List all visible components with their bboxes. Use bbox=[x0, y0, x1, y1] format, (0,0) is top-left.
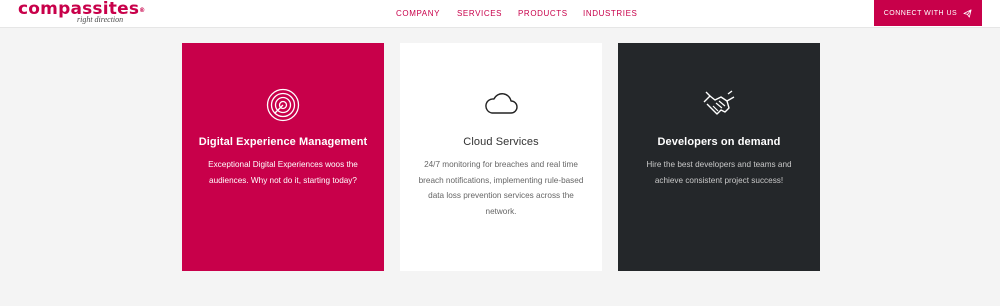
cloud-icon bbox=[400, 88, 602, 122]
target-icon bbox=[182, 88, 384, 122]
card-text: Exceptional Digital Experiences woos the… bbox=[208, 160, 358, 185]
logo[interactable]: compassites® right direction bbox=[18, 0, 146, 24]
cta-label: CONNECT WITH US bbox=[883, 9, 958, 17]
card-title: Digital Experience Management bbox=[198, 136, 368, 148]
logo-tagline: right direction bbox=[77, 15, 124, 24]
nav-products[interactable]: PRODUCTS bbox=[518, 9, 568, 18]
card-cloud-services[interactable]: Cloud Services 24/7 monitoring for breac… bbox=[400, 43, 602, 271]
nav-company[interactable]: COMPANY bbox=[396, 9, 440, 18]
card-developers-on-demand[interactable]: Developers on demand Hire the best devel… bbox=[618, 43, 820, 271]
card-text: 24/7 monitoring for breaches and real ti… bbox=[418, 160, 584, 216]
site-header: compassites® right direction COMPANY SER… bbox=[0, 0, 1000, 28]
card-text: Hire the best developers and teams and a… bbox=[646, 160, 792, 185]
card-digital-experience[interactable]: Digital Experience Management Exceptiona… bbox=[182, 43, 384, 271]
card-title: Developers on demand bbox=[657, 136, 781, 148]
handshake-icon bbox=[618, 88, 820, 122]
registered-mark: ® bbox=[139, 7, 146, 14]
nav-services[interactable]: SERVICES bbox=[457, 9, 502, 18]
paper-plane-icon bbox=[963, 8, 972, 18]
nav-industries[interactable]: INDUSTRIES bbox=[583, 9, 637, 18]
card-title: Cloud Services bbox=[463, 136, 539, 148]
connect-with-us-button[interactable]: CONNECT WITH US bbox=[874, 0, 982, 26]
